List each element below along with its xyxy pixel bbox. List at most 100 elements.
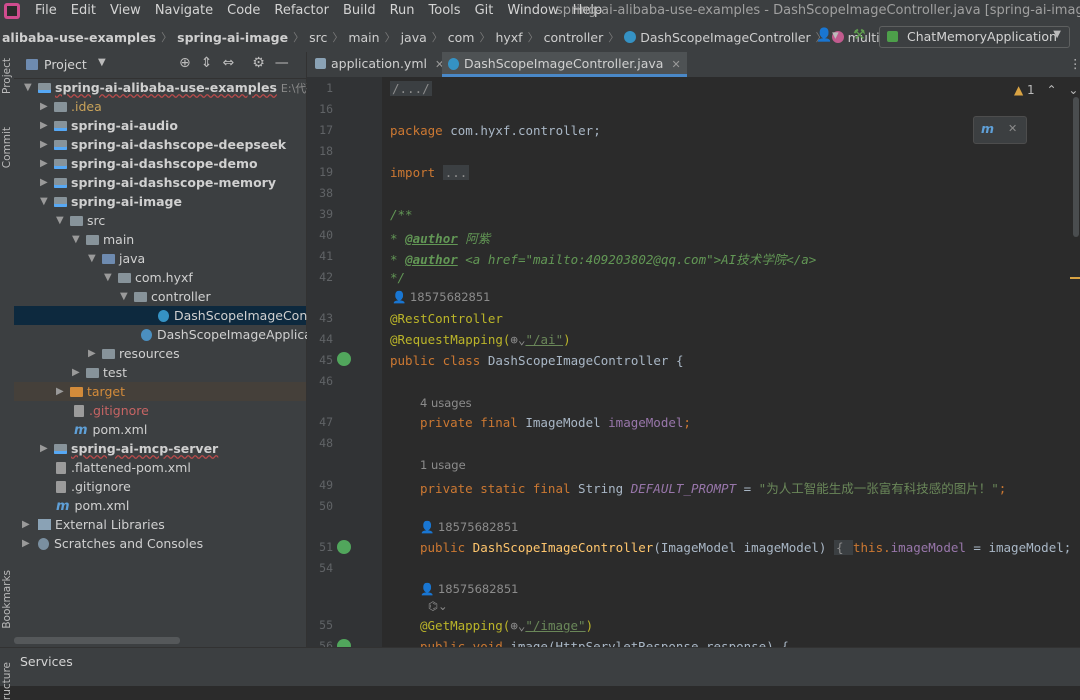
chevron-right-icon: 〉 — [293, 31, 305, 44]
line-number: 39 — [319, 207, 333, 221]
tree-item[interactable]: .gitignore — [14, 401, 306, 420]
file-icon — [74, 405, 84, 417]
services-title[interactable]: Services — [20, 654, 73, 669]
project-folder-icon — [26, 59, 38, 70]
tab-application-yml[interactable]: application.yml ✕ — [315, 52, 444, 77]
tab-dashscope-image-controller[interactable]: DashScopeImageController.java ✕ — [442, 52, 687, 77]
tree-item[interactable]: ▼spring-ai-alibaba-use-examplesE:\代码前端\ — [14, 78, 343, 97]
tree-item[interactable]: ▶ Scratches and Consoles — [14, 534, 306, 553]
code-editor[interactable]: ▲ 1 ⌃ ⌄ m ✕ /.../ package com.hyxf.contro… — [382, 77, 1080, 647]
build-hammer-icon[interactable]: ⚒ — [853, 27, 866, 43]
structure-tool-button[interactable]: ructure — [1, 662, 13, 700]
spring-bean-icon[interactable] — [337, 540, 351, 554]
url-globe-icon[interactable]: ⊕⌄ — [510, 332, 525, 347]
line-number: 55 — [319, 618, 333, 632]
breadcrumb-item[interactable]: main — [348, 30, 379, 45]
warning-indicator[interactable]: ▲ 1 ⌃ ⌄ — [1014, 83, 1078, 97]
menu-window[interactable]: Window — [507, 3, 558, 18]
tree-item[interactable]: ▶ resources — [14, 344, 306, 363]
close-icon[interactable]: ✕ — [1008, 122, 1017, 135]
project-panel-title[interactable]: Project — [44, 57, 87, 72]
maven-reload-icon[interactable]: m — [981, 121, 994, 136]
tree-item[interactable]: m pom.xml — [14, 496, 306, 515]
project-tool-button[interactable]: Project — [1, 58, 13, 94]
breadcrumb-item[interactable]: hyxf — [495, 30, 522, 45]
locate-file-icon[interactable]: ⊕ — [179, 55, 191, 71]
tree-item[interactable]: ▼ spring-ai-image — [14, 192, 306, 211]
breadcrumb-item[interactable]: DashScopeImageController — [640, 30, 810, 45]
close-icon[interactable]: ✕ — [671, 58, 680, 71]
bookmarks-tool-button[interactable]: Bookmarks — [1, 570, 13, 629]
breadcrumb-item[interactable]: java — [401, 30, 427, 45]
breadcrumb-item[interactable]: com — [448, 30, 475, 45]
menu-build[interactable]: Build — [343, 3, 376, 18]
spring-bean-icon[interactable] — [337, 352, 351, 366]
expand-all-icon[interactable]: ⇕ — [201, 55, 213, 71]
tree-item[interactable]: ▶ spring-ai-audio — [14, 116, 306, 135]
tree-item[interactable]: ▶ spring-ai-dashscope-deepseek — [14, 135, 306, 154]
project-panel: Project ▼ ⊕ ⇕ ⇔ ⚙ — ▼ spring-ai-alibaba-us… — [14, 52, 344, 647]
menu-view[interactable]: View — [110, 3, 141, 18]
author-hint[interactable]: 👤 18575682851 — [420, 582, 518, 596]
line-number: 45 — [319, 353, 333, 367]
chevron-right-icon: 〉 — [608, 31, 620, 44]
author-hint[interactable]: 👤 18575682851 — [392, 290, 490, 304]
tree-item[interactable]: DashScopeImageApplication — [14, 325, 336, 344]
tree-item[interactable]: ▶ spring-ai-mcp-server — [14, 439, 306, 458]
breadcrumb-item[interactable]: controller — [544, 30, 604, 45]
run-configuration-select[interactable]: ChatMemoryApplication ▼ — [879, 26, 1070, 48]
breadcrumb-item[interactable]: alibaba-use-examples — [2, 30, 156, 45]
tree-item[interactable]: ▼ java — [14, 249, 306, 268]
menu-edit[interactable]: Edit — [71, 3, 96, 18]
usages-hint[interactable]: 1 usage — [420, 458, 466, 472]
chevron-right-icon: 〉 — [332, 31, 344, 44]
line-number: 51 — [319, 540, 333, 554]
menu-git[interactable]: Git — [475, 3, 494, 18]
menu-code[interactable]: Code — [227, 3, 260, 18]
menu-navigate[interactable]: Navigate — [155, 3, 213, 18]
breadcrumb-item[interactable]: spring-ai-image — [177, 30, 288, 45]
tree-item[interactable]: ▶ spring-ai-dashscope-memory — [14, 173, 306, 192]
tree-item[interactable]: ▼ controller — [14, 287, 306, 306]
user-icon[interactable]: 👤▾ — [816, 28, 839, 43]
tree-item[interactable]: ▼ main — [14, 230, 306, 249]
url-globe-icon[interactable]: ⊕⌄ — [510, 618, 525, 633]
commit-tool-button[interactable]: Commit — [1, 127, 13, 168]
gear-icon[interactable]: ⚙ — [252, 55, 265, 71]
collapse-all-icon[interactable]: ⇔ — [222, 55, 234, 71]
menu-run[interactable]: Run — [390, 3, 415, 18]
tree-item[interactable]: ▶ .idea — [14, 97, 306, 116]
window-title: spring-ai-alibaba-use-examples - DashSco… — [556, 3, 1080, 18]
more-vertical-icon[interactable]: ⋮ — [1069, 56, 1080, 71]
tree-item[interactable]: .flattened-pom.xml — [14, 458, 306, 477]
tree-item[interactable]: ▶ External Libraries — [14, 515, 306, 534]
tree-item[interactable]: ▶ target — [14, 382, 306, 401]
tree-item-selected[interactable]: DashScopeImageController — [14, 306, 344, 325]
chevron-down-icon[interactable]: ▼ — [98, 57, 106, 68]
maven-icon: m — [74, 423, 88, 438]
line-number: 18 — [319, 144, 333, 158]
line-number: 40 — [319, 228, 333, 242]
author-hint[interactable]: 👤 18575682851 — [420, 520, 518, 534]
menu-refactor[interactable]: Refactor — [274, 3, 329, 18]
menu-file[interactable]: File — [35, 3, 57, 18]
tree-item[interactable]: .gitignore — [14, 477, 306, 496]
code-line: package com.hyxf.controller; — [390, 123, 601, 138]
line-number: 47 — [319, 415, 333, 429]
code-line: public void image(HttpServletResponse re… — [420, 639, 789, 647]
horizontal-scrollbar[interactable] — [14, 637, 180, 644]
minimize-icon[interactable]: — — [275, 55, 289, 71]
tree-item[interactable]: m pom.xml — [14, 420, 306, 439]
library-icon — [38, 519, 51, 530]
inlay-settings-icon[interactable]: ⌬⌄ — [428, 599, 448, 613]
tree-item[interactable]: ▼ com.hyxf — [14, 268, 306, 287]
tree-item[interactable]: ▶ test — [14, 363, 306, 382]
usages-hint[interactable]: 4 usages — [420, 396, 472, 410]
tree-item[interactable]: ▼ src — [14, 211, 306, 230]
menu-tools[interactable]: Tools — [429, 3, 461, 18]
vertical-scrollbar[interactable] — [1073, 97, 1079, 237]
maven-reload-popup[interactable]: m ✕ — [973, 116, 1027, 144]
tree-item[interactable]: ▶ spring-ai-dashscope-demo — [14, 154, 306, 173]
warning-marker — [1070, 277, 1080, 279]
breadcrumb-item[interactable]: src — [309, 30, 327, 45]
